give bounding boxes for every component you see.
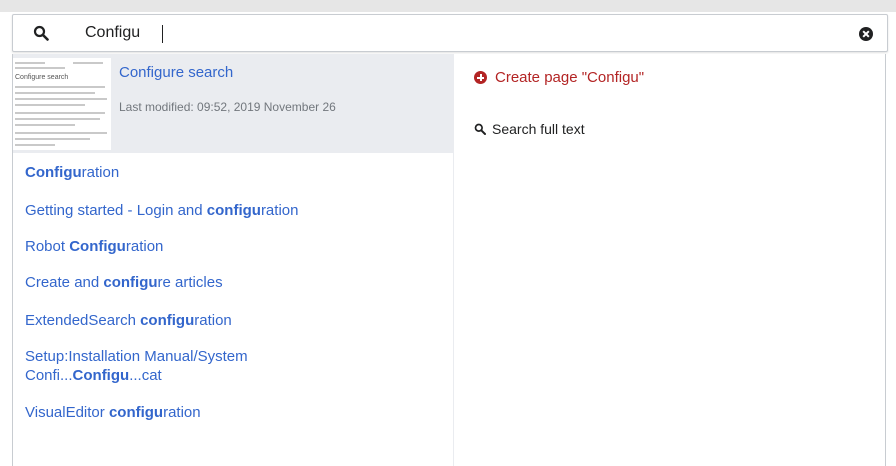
match-highlight: Configu (69, 238, 126, 255)
match-highlight: configu (140, 312, 195, 329)
top-result[interactable]: Configure search Configure search Last m… (13, 54, 453, 153)
result-text: re articles (157, 274, 223, 291)
result-item[interactable]: Setup:Installation Manual/System Confi...… (25, 347, 445, 385)
create-page-label: Create page "Configu" (495, 69, 645, 86)
result-item[interactable]: VisualEditor configuration (25, 403, 445, 422)
top-result-last-modified: Last modified: 09:52, 2019 November 26 (119, 100, 336, 114)
plus-circle-icon (474, 71, 487, 84)
search-suggestions-dropdown: Configure search Configure search Last m… (12, 54, 886, 466)
search-input[interactable] (85, 22, 825, 44)
suggestions-pane: Configure search Configure search Last m… (13, 54, 454, 466)
result-text: ration (81, 164, 120, 181)
top-bar (0, 0, 896, 12)
result-text: ...cat (129, 367, 162, 384)
result-text: Setup:Installation Manual/System (25, 348, 248, 365)
match-highlight: configu (108, 404, 164, 421)
match-highlight: configu (206, 202, 261, 219)
result-item[interactable]: Robot Configuration (25, 237, 445, 256)
result-text: Create and (25, 274, 104, 291)
search-icon[interactable] (33, 25, 49, 41)
match-highlight: configu (103, 274, 158, 291)
match-highlight: Configu (25, 164, 82, 181)
result-text: ExtendedSearch (25, 312, 141, 329)
result-item[interactable]: Getting started - Login and configuratio… (25, 201, 445, 220)
create-page-link[interactable]: Create page "Configu" (474, 69, 644, 86)
search-full-text-link[interactable]: Search full text (474, 121, 585, 137)
result-item[interactable]: Create and configure articles (25, 273, 445, 292)
result-text: VisualEditor (25, 404, 109, 421)
result-item[interactable]: Configuration (25, 163, 445, 182)
search-icon (474, 123, 486, 135)
clear-icon[interactable] (859, 27, 873, 41)
result-text: ration (163, 404, 201, 421)
text-caret (162, 25, 163, 43)
result-text: ration (125, 238, 164, 255)
result-text: ration (260, 202, 299, 219)
match-highlight: Configu (72, 367, 130, 384)
search-full-text-label: Search full text (492, 121, 585, 137)
result-text: ration (194, 312, 232, 329)
top-result-thumbnail[interactable]: Configure search (13, 58, 111, 150)
actions-pane: Create page "Configu" Search full text (454, 54, 885, 466)
result-item[interactable]: ExtendedSearch configuration (25, 311, 445, 330)
result-text: Confi... (25, 367, 73, 384)
top-result-title[interactable]: Configure search (119, 64, 233, 81)
search-box[interactable] (12, 14, 888, 52)
result-text: Robot (25, 238, 70, 255)
result-text: Getting started - Login and (25, 202, 207, 219)
thumbnail-title: Configure search (15, 74, 69, 81)
